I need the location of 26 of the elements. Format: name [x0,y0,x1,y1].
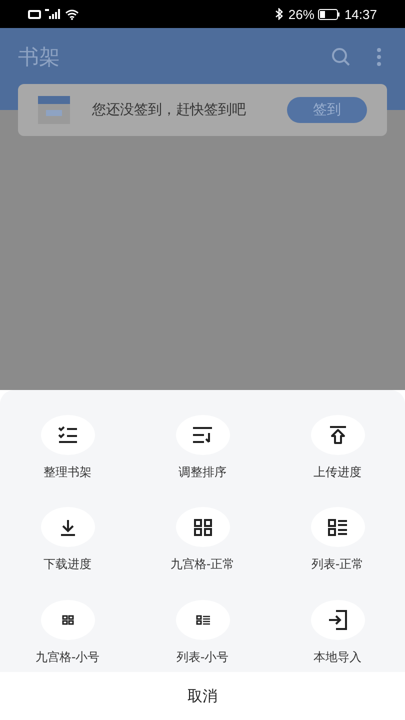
battery-percent: 26% [288,6,314,22]
calendar-icon [38,96,70,124]
bluetooth-icon [275,8,284,20]
menu-item[interactable]: 整理书架 [44,464,92,481]
menu-item[interactable]: 下载进度 [44,556,92,574]
checklist-icon [56,424,78,446]
import-icon [326,609,348,630]
menu-item[interactable]: 调整排序 [178,464,226,481]
menu-item[interactable]: 列表-正常 [311,556,364,574]
cancel-button[interactable]: 取消 [188,686,218,706]
menu-item[interactable]: 九宫格-正常 [170,556,235,574]
search-icon[interactable] [331,47,351,67]
menu-item[interactable]: 九宫格-小号 [35,648,100,666]
clock-time: 14:37 [344,6,377,22]
menu-item[interactable]: 本地导入 [314,648,362,666]
sort-icon [192,424,214,446]
menu-item[interactable]: 列表-小号 [176,648,229,666]
battery-icon [318,8,340,20]
more-icon[interactable] [377,48,381,66]
wifi-icon [65,8,79,20]
checkin-message: 您还没签到，赶快签到吧 [92,101,247,119]
grid-icon [192,516,214,538]
signal-icon [45,9,61,19]
menu-item[interactable]: 上传进度 [314,464,362,481]
list-icon [326,516,348,538]
screen-title: 书架 [18,44,61,70]
